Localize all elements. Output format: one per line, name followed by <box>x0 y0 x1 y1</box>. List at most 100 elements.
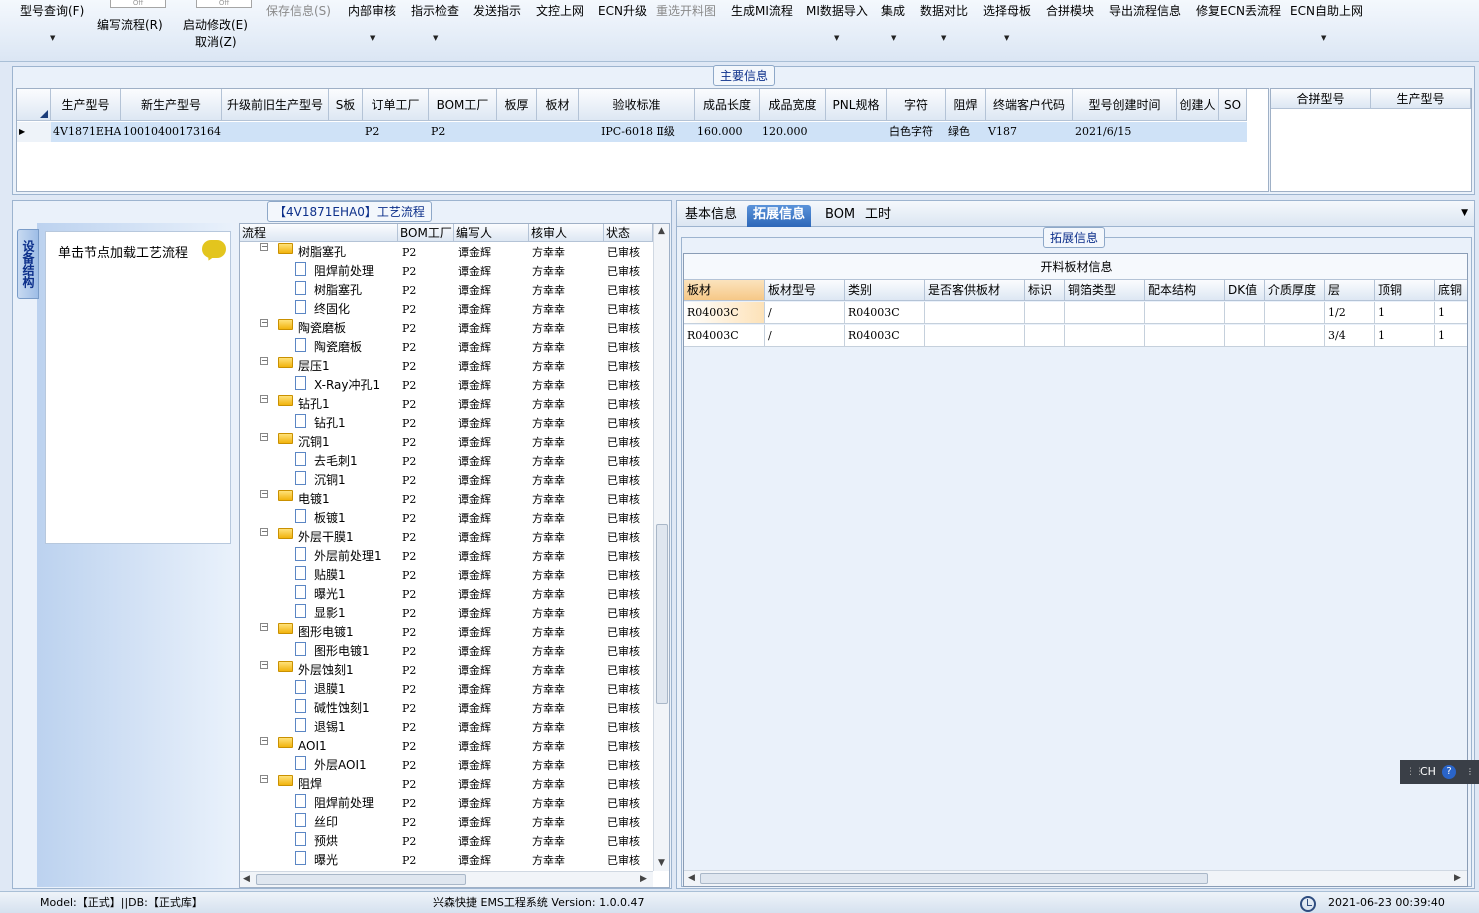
tree-row[interactable]: 钻孔1 P2 谭金辉 方幸幸 已审核 <box>240 414 653 433</box>
toolbar-dropdown-chevron-down-icon[interactable]: ▼ <box>50 34 55 42</box>
board-grid-cell[interactable] <box>1265 325 1325 347</box>
main-grid-header[interactable]: SO <box>1219 89 1247 121</box>
board-grid-cell[interactable]: R04003C <box>845 325 925 347</box>
tree-row[interactable]: 图形电镀1 P2 谭金辉 方幸幸 已审核 <box>240 642 653 661</box>
toolbar-button-12[interactable]: MI数据导入 <box>806 2 868 19</box>
help-icon[interactable]: ? <box>1442 765 1456 779</box>
toolbar-button-2[interactable]: 启动修改(E) <box>183 16 248 33</box>
tree-row[interactable]: − AOI1 P2 谭金辉 方幸幸 已审核 <box>240 737 653 756</box>
collapse-minus-icon[interactable]: − <box>260 319 268 327</box>
toolbar-button-1[interactable]: 编写流程(R) <box>97 16 163 33</box>
merge-grid-header[interactable]: 生产型号 <box>1371 89 1471 109</box>
board-grid-cell[interactable]: R04003C <box>684 302 765 324</box>
board-grid-cell[interactable]: R04003C <box>845 302 925 324</box>
tree-row[interactable]: − 电镀1 P2 谭金辉 方幸幸 已审核 <box>240 490 653 509</box>
collapse-minus-icon[interactable]: − <box>260 395 268 403</box>
board-grid-cell[interactable] <box>925 302 1025 324</box>
tree-row[interactable]: − 钻孔1 P2 谭金辉 方幸幸 已审核 <box>240 395 653 414</box>
main-grid-cell[interactable]: 10010400173164 <box>121 122 222 142</box>
tree-row[interactable]: 丝印 P2 谭金辉 方幸幸 已审核 <box>240 813 653 832</box>
tree-row[interactable]: 陶瓷磨板 P2 谭金辉 方幸幸 已审核 <box>240 338 653 357</box>
tree-row[interactable]: 阻焊前处理 P2 谭金辉 方幸幸 已审核 <box>240 794 653 813</box>
board-grid-header[interactable]: 层 <box>1325 280 1375 301</box>
board-horizontal-scrollbar[interactable]: ◀ ▶ <box>684 870 1467 886</box>
toolbar-button-7[interactable]: 发送指示 <box>473 2 521 19</box>
main-grid-cell[interactable]: IPC-6018 Ⅱ级 <box>579 122 695 142</box>
board-grid-cell[interactable] <box>1025 325 1065 347</box>
board-grid-header[interactable]: 是否客供板材 <box>925 280 1025 301</box>
main-grid-cell[interactable] <box>1219 122 1247 142</box>
collapse-minus-icon[interactable]: − <box>260 661 268 669</box>
collapse-minus-icon[interactable]: − <box>260 528 268 536</box>
toolbar-dropdown-chevron-down-icon[interactable]: ▼ <box>370 34 375 42</box>
tree-horizontal-scrollbar[interactable]: ◀ ▶ <box>240 871 653 887</box>
tree-vertical-scrollbar[interactable]: ▲ ▼ <box>653 224 669 871</box>
scroll-right-icon[interactable]: ▶ <box>1454 873 1461 883</box>
ime-menu-icon[interactable]: ⋮ <box>1466 760 1474 784</box>
main-grid-cell[interactable]: 2021/6/15 <box>1073 122 1177 142</box>
tree-row[interactable]: − 沉铜1 P2 谭金辉 方幸幸 已审核 <box>240 433 653 452</box>
tree-row[interactable]: 退膜1 P2 谭金辉 方幸幸 已审核 <box>240 680 653 699</box>
main-grid-header[interactable]: PNL规格 <box>826 89 887 121</box>
board-grid-cell[interactable] <box>1145 302 1225 324</box>
main-grid-cell[interactable] <box>537 122 579 142</box>
main-grid-cell[interactable]: 4V1871EHA0 <box>51 122 121 142</box>
main-grid-cell[interactable] <box>222 122 329 142</box>
toolbar-dropdown-chevron-down-icon[interactable]: ▼ <box>433 34 438 42</box>
main-grid-header[interactable]: 升级前旧生产型号 <box>222 89 329 121</box>
toolbar-button-3[interactable]: 取消(Z) <box>195 33 237 50</box>
main-grid-header[interactable]: 成品长度 <box>695 89 760 121</box>
main-grid-header[interactable]: S板 <box>329 89 363 121</box>
main-grid-header[interactable]: 成品宽度 <box>760 89 826 121</box>
toolbar-button-11[interactable]: 生成MI流程 <box>731 2 793 19</box>
tree-row[interactable]: 沉铜1 P2 谭金辉 方幸幸 已审核 <box>240 471 653 490</box>
board-grid-cell[interactable] <box>1265 302 1325 324</box>
detail-tab[interactable]: BOM <box>819 205 861 227</box>
main-grid-header[interactable]: 新生产型号 <box>121 89 222 121</box>
detail-tab[interactable]: 拓展信息 <box>747 205 812 227</box>
collapse-minus-icon[interactable]: − <box>260 433 268 441</box>
grid-corner[interactable] <box>17 89 51 121</box>
collapse-minus-icon[interactable]: − <box>260 490 268 498</box>
tree-row[interactable]: 曝光1 P2 谭金辉 方幸幸 已审核 <box>240 585 653 604</box>
main-grid-cell[interactable]: 绿色 <box>946 122 986 142</box>
process-grid-header[interactable]: 状态 <box>604 224 653 242</box>
board-grid-header[interactable]: 板材 <box>684 280 765 301</box>
tab-menu-chevron-down-icon[interactable]: ▼ <box>1461 208 1468 218</box>
board-grid-header[interactable]: 板材型号 <box>765 280 845 301</box>
toolbar-dropdown-chevron-down-icon[interactable]: ▼ <box>834 34 839 42</box>
main-grid-cell[interactable]: 白色字符 <box>887 122 946 142</box>
toolbar-button-6[interactable]: 指示检查 <box>411 2 459 19</box>
process-grid-header[interactable]: 核审人 <box>529 224 604 242</box>
board-grid-cell[interactable] <box>1225 325 1265 347</box>
board-grid-header[interactable]: 介质厚度 <box>1265 280 1325 301</box>
board-grid-cell[interactable] <box>1065 302 1145 324</box>
process-grid-header[interactable]: BOM工厂 <box>398 224 454 242</box>
board-grid-cell[interactable]: / <box>765 325 845 347</box>
scroll-left-icon[interactable]: ◀ <box>243 874 250 884</box>
tree-row[interactable]: − 图形电镀1 P2 谭金辉 方幸幸 已审核 <box>240 623 653 642</box>
tree-row[interactable]: 显影1 P2 谭金辉 方幸幸 已审核 <box>240 604 653 623</box>
board-grid-cell[interactable]: R04003C <box>684 325 765 347</box>
main-grid-header[interactable]: 型号创建时间 <box>1073 89 1177 121</box>
tree-row[interactable]: − 外层蚀刻1 P2 谭金辉 方幸幸 已审核 <box>240 661 653 680</box>
main-grid-cell[interactable] <box>1177 122 1219 142</box>
toolbar-mini-toggle-2[interactable]: Off <box>196 0 252 8</box>
collapse-minus-icon[interactable]: − <box>260 623 268 631</box>
side-tab-equipment-structure[interactable]: 设备结构 <box>17 229 39 299</box>
main-grid-header[interactable]: 生产型号 <box>51 89 121 121</box>
toolbar-button-13[interactable]: 集成 <box>881 2 905 19</box>
collapse-minus-icon[interactable]: − <box>260 243 268 251</box>
board-grid-cell[interactable] <box>1025 302 1065 324</box>
tree-vertical-thumb[interactable] <box>656 524 668 704</box>
tree-row[interactable]: 外层前处理1 P2 谭金辉 方幸幸 已审核 <box>240 547 653 566</box>
toolbar-dropdown-chevron-down-icon[interactable]: ▼ <box>891 34 896 42</box>
board-grid-cell[interactable]: 3/4 <box>1325 325 1375 347</box>
main-grid-header[interactable]: 板厚 <box>497 89 537 121</box>
board-grid-header[interactable]: DK值 <box>1225 280 1265 301</box>
main-grid-header[interactable]: 订单工厂 <box>363 89 429 121</box>
scroll-down-icon[interactable]: ▼ <box>658 858 665 868</box>
toolbar-button-14[interactable]: 数据对比 <box>920 2 968 19</box>
tree-row[interactable]: 贴膜1 P2 谭金辉 方幸幸 已审核 <box>240 566 653 585</box>
board-grid-cell[interactable]: 1/2 <box>1325 302 1375 324</box>
